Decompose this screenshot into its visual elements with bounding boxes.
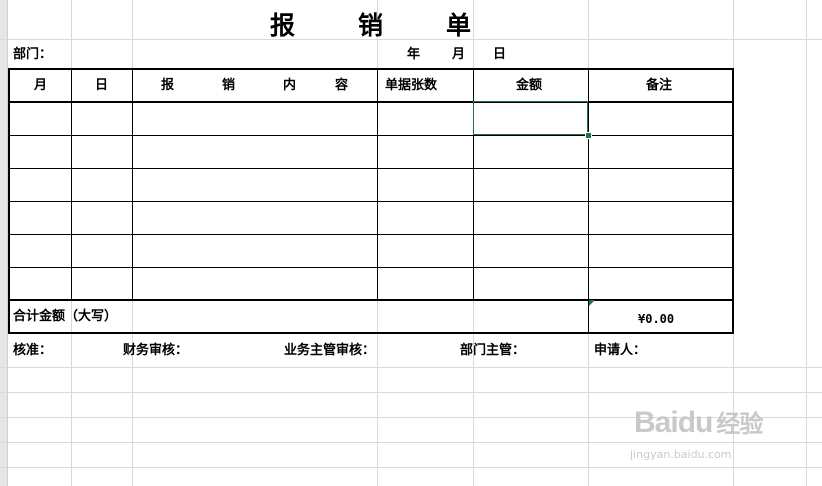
header-content-3: 内: [283, 78, 297, 93]
finance-review-label: 财务审核：: [123, 343, 189, 358]
department-label: 部门：: [13, 47, 53, 62]
fill-handle[interactable]: [585, 132, 592, 139]
baidu-jingyan-watermark: Baidu 经验 jingyan.baidu.com: [628, 398, 798, 468]
row-line: [8, 201, 734, 202]
watermark-logo: Baidu 经验: [634, 404, 763, 440]
spreadsheet-sheet: 报 销 单 部门： 年 月 日 月 日 报 销 内 容 单据张数 金额 备注 合…: [0, 0, 822, 486]
watermark-url: jingyan.baidu.com: [630, 448, 732, 461]
table-border-right: [732, 68, 734, 334]
cell-count-row1[interactable]: [378, 103, 473, 135]
applicant-label: 申请人：: [594, 343, 647, 358]
title-char-3: 单: [446, 11, 474, 40]
header-content-4: 容: [335, 78, 349, 93]
row-line: [8, 234, 734, 235]
cell-content-row1[interactable]: [133, 103, 377, 135]
watermark-logo-part2: du: [677, 406, 714, 439]
cell-month-row1[interactable]: [10, 103, 71, 135]
row-line: [8, 135, 734, 136]
watermark-logo-part1: Bai: [634, 406, 679, 439]
header-content-2: 销: [222, 78, 236, 93]
comment-indicator-icon: [589, 300, 595, 306]
total-amount-label: 合计金额（大写）: [13, 309, 118, 324]
approve-label: 核准：: [13, 343, 53, 358]
row-line: [8, 267, 734, 268]
table-border-bottom: [8, 332, 734, 334]
title-char-2: 销: [358, 11, 386, 40]
cell-remarks-row1[interactable]: [589, 103, 732, 135]
header-content-1: 报: [161, 78, 175, 93]
header-day: 日: [95, 78, 109, 93]
row-line: [8, 299, 734, 301]
date-year-label: 年: [407, 47, 421, 62]
date-month-label: 月: [452, 47, 466, 62]
header-receipt-count: 单据张数: [385, 78, 438, 93]
selected-cell[interactable]: [473, 101, 588, 135]
cell-day-row1[interactable]: [72, 103, 132, 135]
watermark-logo-part3: 经验: [716, 411, 763, 438]
business-supervisor-review-label: 业务主管审核：: [284, 343, 376, 358]
row-header-strip: [0, 0, 8, 486]
header-amount: 金额: [516, 78, 543, 93]
total-amount-value[interactable]: ¥0.00: [638, 311, 674, 327]
row-line: [8, 168, 734, 169]
title-char-1: 报: [270, 11, 298, 40]
header-remarks: 备注: [646, 78, 673, 93]
header-month: 月: [34, 78, 48, 93]
table-border-top: [8, 68, 734, 70]
date-day-label: 日: [493, 47, 507, 62]
department-head-label: 部门主管：: [460, 343, 526, 358]
